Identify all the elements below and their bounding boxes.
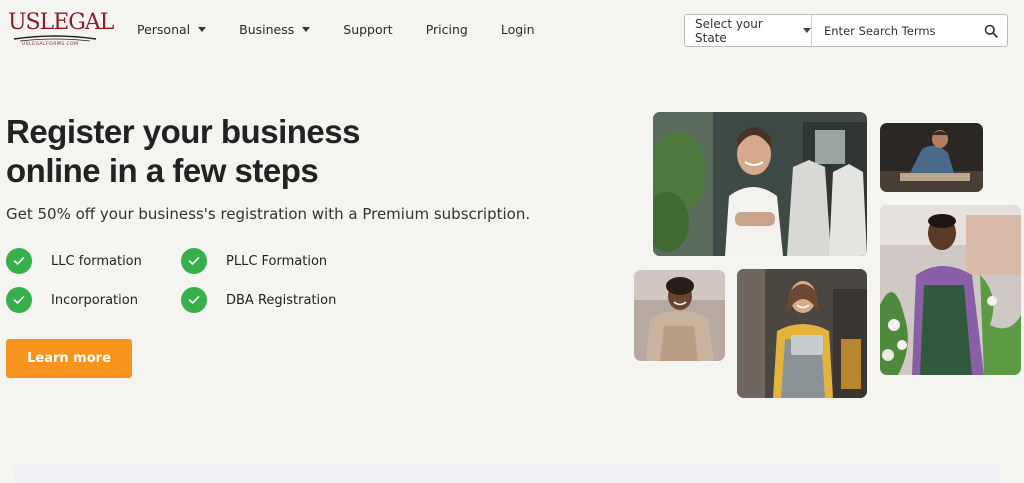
hero-title: Register your business online in a few s… [6,112,426,190]
state-select-label: Select your State [695,16,763,45]
photo-craftsman [880,123,983,192]
site-header: USLEGAL USLEGALFORMS.COM Personal Busine… [0,0,1024,62]
feature-item: DBA Registration [181,287,336,313]
logo-text: USLEGAL [8,10,114,35]
photo-barista [634,270,725,361]
chevron-down-icon [302,27,311,32]
feature-label: LLC formation [51,253,142,269]
feature-item: PLLC Formation [181,248,327,274]
check-icon [181,287,207,313]
chevron-down-icon [803,28,811,33]
search-icon [984,24,998,38]
check-icon [6,248,32,274]
photo-boutique-owner [653,112,867,256]
nav-label: Business [239,22,295,37]
nav-label: Login [500,22,535,37]
main-nav: Personal Business Support Pricing Login [137,22,568,37]
nav-item-login[interactable]: Login [501,22,535,37]
search-input[interactable] [812,23,975,38]
feature-label: Incorporation [51,292,138,308]
nav-label: Pricing [425,22,468,37]
chevron-down-icon [198,27,207,32]
check-icon [6,287,32,313]
search-button[interactable] [975,15,1007,46]
bottom-section-card [14,464,1000,483]
feature-label: PLLC Formation [226,253,328,269]
search-bar: Select your State [684,14,1008,47]
nav-item-pricing[interactable]: Pricing [426,22,468,37]
check-icon [181,248,207,274]
hero-title-line1: Register your business [6,113,360,150]
feature-item: LLC formation [6,248,142,274]
photo-florist [880,205,1021,375]
hero-title-line2: online in a few steps [6,152,319,189]
feature-item: Incorporation [6,287,138,313]
nav-item-personal[interactable]: Personal [137,22,207,37]
logo-subtext: USLEGALFORMS.COM [22,42,79,47]
feature-label: DBA Registration [226,292,337,308]
hero-subtitle: Get 50% off your business's registration… [6,205,531,223]
nav-label: Support [343,22,393,37]
learn-more-button[interactable]: Learn more [6,339,132,378]
nav-item-support[interactable]: Support [343,22,392,37]
state-select[interactable]: Select your State [685,15,812,46]
photo-shop-owner [737,269,867,398]
uslegal-logo[interactable]: USLEGAL USLEGALFORMS.COM [8,10,114,50]
nav-item-business[interactable]: Business [239,22,311,37]
nav-label: Personal [137,22,191,37]
